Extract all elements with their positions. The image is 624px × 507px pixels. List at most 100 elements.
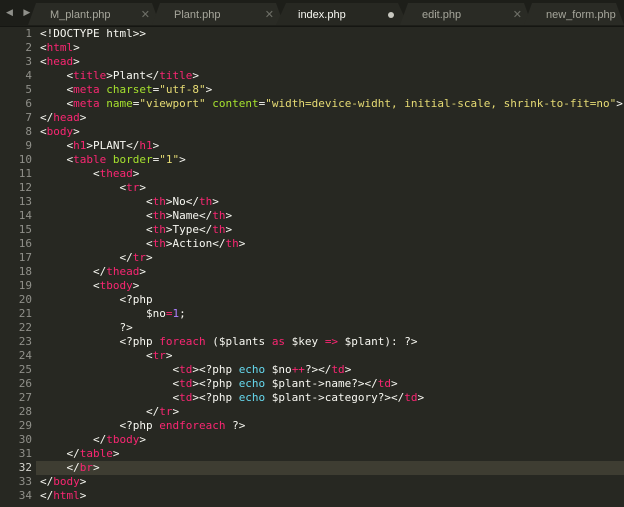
code-line[interactable]: <thead> bbox=[40, 167, 624, 181]
code-token: < bbox=[40, 363, 180, 376]
code-line[interactable]: <td><?php echo $plant->name?></td> bbox=[40, 377, 624, 391]
code-line[interactable]: <title>Plant</title> bbox=[40, 69, 624, 83]
code-token: $no bbox=[265, 363, 292, 376]
code-token: </ bbox=[40, 405, 160, 418]
tab-label: new_form.php bbox=[546, 9, 616, 21]
code-line[interactable]: <?php bbox=[40, 293, 624, 307]
code-line[interactable]: <?php endforeach ?> bbox=[40, 419, 624, 433]
line-number: 4 bbox=[25, 69, 32, 82]
code-line[interactable]: </tbody> bbox=[40, 433, 624, 447]
code-line[interactable]: <h1>PLANT</h1> bbox=[40, 139, 624, 153]
code-line[interactable]: </br> bbox=[36, 461, 624, 475]
code-token: <?php bbox=[40, 419, 160, 432]
code-line[interactable]: </tr> bbox=[40, 405, 624, 419]
code-token: >Action</ bbox=[165, 237, 226, 250]
code-line[interactable]: <table border="1"> bbox=[40, 153, 624, 167]
code-token: tr bbox=[159, 405, 173, 418]
code-token: < bbox=[40, 209, 153, 222]
code-token: $plant->name?></ bbox=[265, 377, 378, 390]
code-token: < bbox=[40, 153, 74, 166]
tab-index-php[interactable]: index.php bbox=[276, 3, 408, 25]
code-token: </ bbox=[40, 461, 80, 474]
code-token: > bbox=[172, 405, 180, 418]
tab-new-form-php[interactable]: new_form.php bbox=[524, 3, 624, 25]
code-line[interactable]: </body> bbox=[40, 475, 624, 489]
code-line[interactable]: </tr> bbox=[40, 251, 624, 265]
code-line[interactable]: <!DOCTYPE html>> bbox=[40, 27, 624, 41]
code-line[interactable]: <tr> bbox=[40, 349, 624, 363]
code-token: th bbox=[225, 237, 239, 250]
code-token: >PLANT</ bbox=[86, 139, 140, 152]
code-token: < bbox=[40, 181, 127, 194]
code-token: charset bbox=[106, 83, 153, 96]
code-area[interactable]: <!DOCTYPE html>> <html> <head> <title>Plan… bbox=[36, 27, 624, 503]
code-line[interactable]: $no=1; bbox=[40, 307, 624, 321]
code-token: ; bbox=[179, 307, 186, 320]
code-line[interactable]: <?php foreach ($plants as $key => $plant… bbox=[40, 335, 624, 349]
code-token: h1 bbox=[139, 139, 153, 152]
code-token: td bbox=[404, 391, 418, 404]
code-line[interactable]: <tr> bbox=[40, 181, 624, 195]
code-token: $plant->category?></ bbox=[265, 391, 405, 404]
line-number: 17 bbox=[18, 251, 32, 264]
tab-edit-php[interactable]: edit.php ✕ bbox=[400, 3, 532, 25]
code-token: > bbox=[225, 209, 233, 222]
close-tab-icon[interactable]: ✕ bbox=[141, 8, 150, 21]
tab-m-plant-php[interactable]: M_plant.php ✕ bbox=[28, 3, 160, 25]
code-token: endforeach bbox=[159, 419, 226, 432]
code-token: </ bbox=[40, 265, 107, 278]
line-number: 13 bbox=[18, 195, 32, 208]
code-line[interactable]: <body> bbox=[40, 125, 624, 139]
code-token: td bbox=[179, 391, 193, 404]
code-token: < bbox=[40, 195, 153, 208]
code-token: ?> bbox=[40, 321, 133, 334]
code-line[interactable]: <th>No</th> bbox=[40, 195, 624, 209]
code-line[interactable]: <th>Type</th> bbox=[40, 223, 624, 237]
code-token: > bbox=[192, 69, 199, 82]
code-token: foreach bbox=[159, 335, 206, 348]
code-token: tr bbox=[126, 181, 140, 194]
code-token: "utf-8" bbox=[159, 83, 206, 96]
code-token: < bbox=[40, 97, 74, 110]
code-line[interactable]: ?> bbox=[40, 321, 624, 335]
code-token: > bbox=[132, 167, 140, 180]
code-token: > bbox=[225, 223, 233, 236]
line-number: 14 bbox=[18, 209, 32, 222]
code-line[interactable]: <th>Name</th> bbox=[40, 209, 624, 223]
code-line[interactable]: <td><?php echo $no++?></td> bbox=[40, 363, 624, 377]
code-line[interactable]: </head> bbox=[40, 111, 624, 125]
code-line[interactable]: <tbody> bbox=[40, 279, 624, 293]
code-line[interactable]: </thead> bbox=[40, 265, 624, 279]
code-line[interactable]: </table> bbox=[40, 447, 624, 461]
code-line[interactable]: <meta charset="utf-8"> bbox=[40, 83, 624, 97]
line-number: 34 bbox=[18, 489, 32, 502]
code-line[interactable]: <head> bbox=[40, 55, 624, 69]
line-number: 1 bbox=[25, 27, 32, 40]
code-token: body bbox=[46, 125, 74, 138]
code-token: > bbox=[212, 195, 219, 208]
close-tab-icon[interactable]: ✕ bbox=[513, 8, 522, 21]
code-token: name bbox=[106, 97, 133, 110]
code-token: > bbox=[139, 181, 146, 194]
code-token: th bbox=[212, 209, 226, 222]
tab-plant-php[interactable]: Plant.php ✕ bbox=[152, 3, 284, 25]
code-line[interactable]: </html> bbox=[40, 489, 624, 503]
code-token: > bbox=[391, 377, 398, 390]
code-editor[interactable]: 1 2 3 4 5 6 7 8 9 10 11 12 13 14 15 16 17 18 19 20 21 22 23 24 2… bbox=[0, 27, 624, 507]
code-token: title bbox=[73, 69, 107, 82]
code-token: > bbox=[132, 279, 140, 292]
code-token: ?> bbox=[225, 419, 246, 432]
code-line[interactable]: <td><?php echo $plant->category?></td> bbox=[40, 391, 624, 405]
code-line[interactable]: <th>Action</th> bbox=[40, 237, 624, 251]
unsaved-dot-icon[interactable] bbox=[388, 12, 394, 18]
line-number: 6 bbox=[25, 97, 32, 110]
code-token: meta bbox=[73, 83, 100, 96]
close-tab-icon[interactable]: ✕ bbox=[265, 8, 274, 21]
code-line[interactable]: <html> bbox=[40, 41, 624, 55]
code-line[interactable]: <meta name="viewport" content="width=dev… bbox=[40, 97, 624, 111]
code-token: table bbox=[73, 153, 107, 166]
code-token: tr bbox=[152, 349, 166, 362]
code-token: $plant): ?> bbox=[338, 335, 418, 348]
code-token: th bbox=[198, 195, 213, 208]
code-token: > bbox=[79, 475, 87, 488]
